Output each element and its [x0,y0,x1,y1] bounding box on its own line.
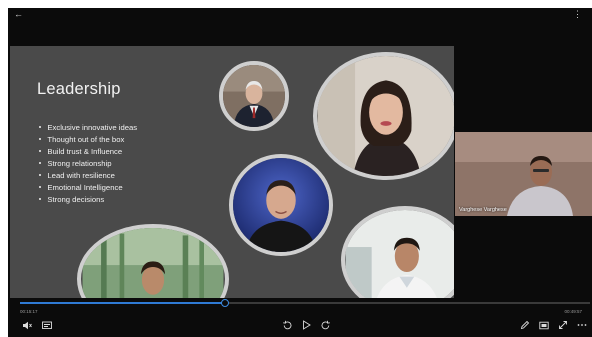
bullet-item: Exclusive innovative ideas [39,122,137,134]
progress-fill [20,302,226,304]
bullet-item: Build trust & Influence [39,146,137,158]
bullet-item: Strong decisions [39,194,137,206]
progress-handle[interactable] [221,299,230,307]
rectangle-icon[interactable] [538,319,550,331]
slide-title: Leadership [37,80,121,98]
portrait-image [317,56,454,176]
portrait-photo-woman [313,52,454,180]
portrait-photo-man-center [229,154,333,256]
top-bar: ← ⋮ [8,8,592,46]
replay-10-icon[interactable] [281,319,293,331]
webcam-tile[interactable]: Varghese Varghese [455,132,592,216]
more-horizontal-icon[interactable] [576,319,588,331]
video-player: ← ⋮ Leadership Exclusive innovative idea… [8,8,592,337]
webcam-feed [455,132,592,216]
presentation-slide: Leadership Exclusive innovative ideas Th… [10,46,454,298]
bullet-item: Thought out of the box [39,134,137,146]
bullet-dot [39,149,42,153]
bullet-dot [39,197,42,201]
portrait-photo-suit [219,61,289,131]
bullet-item: Strong relationship [39,158,137,170]
bullet-item: Emotional Intelligence [39,182,137,194]
bullet-dot [39,161,42,165]
portrait-image [345,210,454,298]
portrait-photo-man-right [341,206,454,298]
portrait-image [233,158,329,252]
pen-icon[interactable] [519,319,531,331]
volume-icon[interactable] [21,319,33,331]
total-time: 00:49:57 [564,309,582,314]
progress-bar[interactable] [20,299,590,307]
portrait-image [223,65,285,127]
captions-icon[interactable] [41,319,53,331]
expand-icon[interactable] [557,319,569,331]
bullet-text: Strong decisions [47,195,105,204]
bullet-text: Emotional Intelligence [47,183,123,192]
bullet-item: Lead with resilience [39,170,137,182]
portrait-photo-man-left [77,224,229,298]
participant-name: Varghese Varghese [459,207,507,213]
bullet-dot [39,185,42,189]
bullet-text: Build trust & Influence [47,147,123,156]
bullet-list: Exclusive innovative ideas Thought out o… [39,122,137,206]
bullet-text: Thought out of the box [47,135,125,144]
arrow-left-icon[interactable]: ← [14,9,23,19]
bullet-dot [39,137,42,141]
bullet-text: Strong relationship [47,159,112,168]
bullet-text: Lead with resilience [47,171,115,180]
portrait-image [82,228,224,298]
more-vertical-icon[interactable]: ⋮ [573,9,582,19]
current-time: 00:15:17 [20,309,38,314]
bullet-dot [39,173,42,177]
play-icon[interactable] [300,319,312,331]
bullet-dot [39,125,42,129]
forward-10-icon[interactable] [319,319,331,331]
bullet-text: Exclusive innovative ideas [47,123,138,132]
